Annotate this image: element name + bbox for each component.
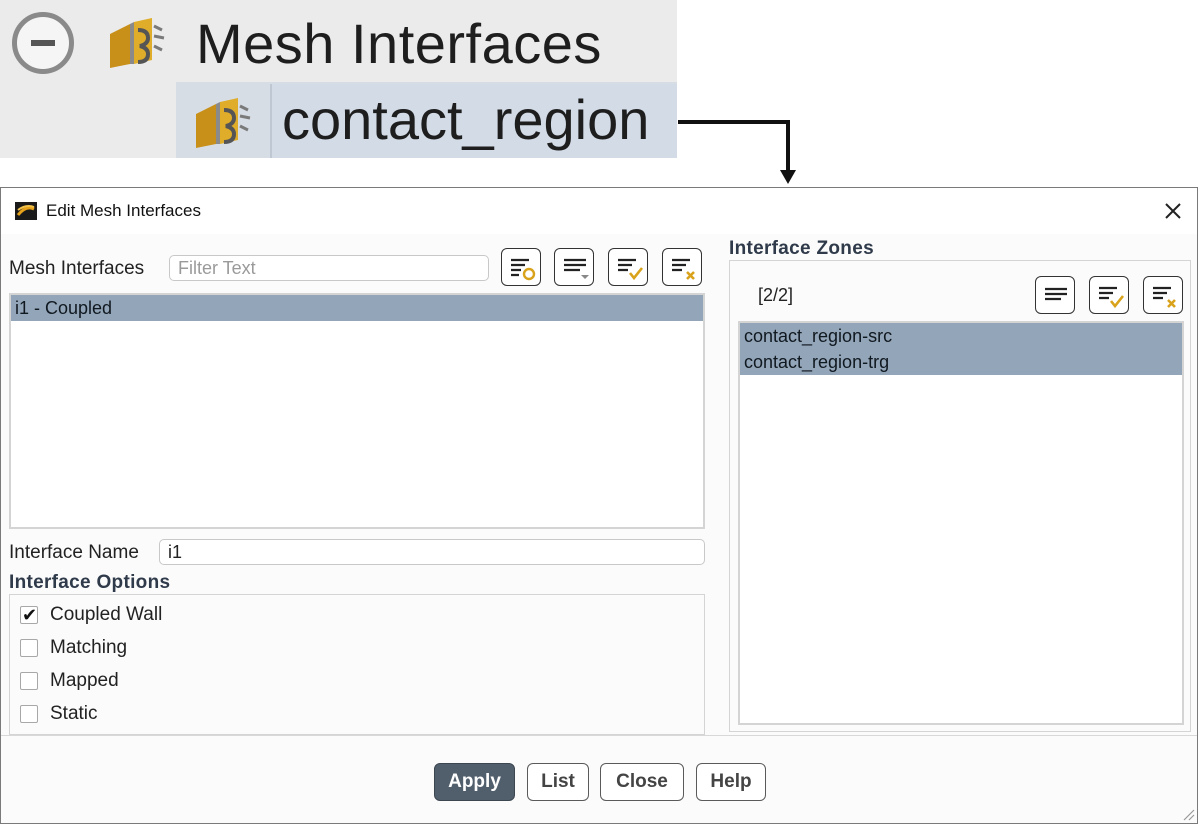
select-all-icon	[618, 258, 644, 281]
option-label: Coupled Wall	[50, 604, 163, 625]
interface-name-label: Interface Name	[9, 542, 139, 563]
interface-options-title: Interface Options	[9, 572, 171, 593]
matching-option[interactable]: Matching	[20, 635, 127, 661]
option-label: Matching	[50, 637, 128, 658]
help-button[interactable]: Help	[696, 763, 766, 801]
list-item[interactable]: contact_region-trg	[740, 349, 1182, 375]
zones-select-all-button[interactable]	[1089, 276, 1129, 314]
tree-view-zoom: Mesh Interfaces contact_region	[0, 0, 677, 158]
tree-parent-label[interactable]: Mesh Interfaces	[196, 8, 602, 80]
mapped-option[interactable]: Mapped	[20, 668, 119, 694]
tree-child-label[interactable]: contact_region	[270, 84, 677, 158]
deselect-all-icon	[1153, 286, 1176, 308]
interface-name-input[interactable]	[159, 539, 705, 565]
mesh-interfaces-label: Mesh Interfaces	[9, 258, 145, 279]
close-button[interactable]: Close	[600, 763, 684, 801]
option-label: Static	[50, 703, 98, 724]
interface-zones-list[interactable]: contact_region-src contact_region-trg	[738, 321, 1184, 725]
fluent-app-icon	[15, 202, 37, 220]
interface-options-group: ✔ Coupled Wall Matching Mapped Static	[9, 594, 705, 735]
check-icon: ✔	[22, 605, 38, 625]
list-button[interactable]: List	[527, 763, 589, 801]
zones-count: [2/2]	[758, 285, 794, 305]
dialog-title: Edit Mesh Interfaces	[46, 201, 201, 220]
dialog-titlebar[interactable]: Edit Mesh Interfaces	[1, 188, 1197, 234]
coupled-wall-option[interactable]: ✔ Coupled Wall	[20, 602, 162, 628]
option-label: Mapped	[50, 670, 119, 691]
mapped-checkbox[interactable]	[20, 672, 38, 690]
connector-arrow	[678, 120, 796, 184]
zones-deselect-all-button[interactable]	[1143, 276, 1183, 314]
edit-mesh-interfaces-dialog: Edit Mesh Interfaces Mesh Interfaces i1 …	[0, 187, 1198, 824]
mesh-interface-icon	[110, 18, 165, 68]
static-checkbox[interactable]	[20, 705, 38, 723]
interface-zones-group: [2/2] contact_region-src contact_region-…	[729, 260, 1191, 732]
zones-filter-button[interactable]	[1035, 276, 1075, 314]
resize-grip-icon[interactable]	[1181, 807, 1195, 821]
filter-text-input[interactable]	[169, 255, 489, 281]
interface-zones-title: Interface Zones	[729, 238, 874, 259]
filter-dropdown-icon	[564, 258, 589, 279]
coupled-wall-checkbox[interactable]: ✔	[20, 605, 38, 625]
deselect-all-button[interactable]	[662, 248, 702, 286]
select-all-button[interactable]	[608, 248, 648, 286]
matching-checkbox[interactable]	[20, 639, 38, 657]
close-icon[interactable]	[1159, 197, 1187, 225]
filter-dropdown-button[interactable]	[554, 248, 594, 286]
deselect-all-icon	[672, 258, 695, 280]
collapse-icon[interactable]	[12, 12, 74, 74]
mesh-interface-icon	[196, 98, 251, 148]
list-item[interactable]: contact_region-src	[740, 323, 1182, 349]
footer-divider	[1, 735, 1197, 736]
list-item[interactable]: i1 - Coupled	[11, 295, 703, 321]
filter-create-icon	[511, 258, 536, 281]
filter-create-button[interactable]	[501, 248, 541, 286]
static-option[interactable]: Static	[20, 701, 98, 727]
mesh-interfaces-list[interactable]: i1 - Coupled	[9, 293, 705, 529]
filter-list-icon	[1045, 287, 1067, 301]
apply-button[interactable]: Apply	[434, 763, 515, 801]
select-all-icon	[1099, 286, 1125, 309]
